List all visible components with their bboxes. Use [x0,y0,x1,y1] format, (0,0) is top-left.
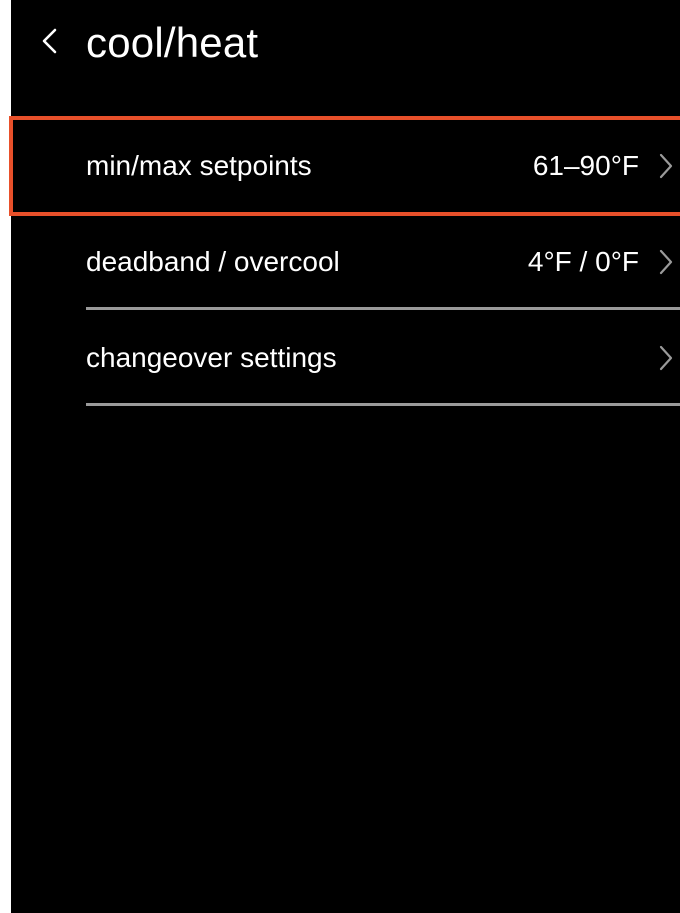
page-title: cool/heat [86,19,259,66]
back-button[interactable] [37,24,63,58]
thermostat-screen: cool/heat min/max setpoints 61–90°F dead… [9,0,680,913]
chevron-left-icon [42,28,57,54]
chevron-right-icon [658,151,674,181]
divider [86,403,680,406]
menu-item-deadband-overcool[interactable]: deadband / overcool 4°F / 0°F [11,214,680,310]
menu-item-label: min/max setpoints [86,150,312,181]
menu-item-value: 4°F / 0°F [527,246,639,277]
menu-item-changeover-settings[interactable]: changeover settings [11,310,680,406]
menu-item-label: changeover settings [86,342,337,373]
menu-item-min-max-setpoints[interactable]: min/max setpoints 61–90°F [9,116,680,216]
menu-item-label: deadband / overcool [86,246,340,277]
settings-menu: min/max setpoints 61–90°F deadband / ove… [9,116,680,406]
chevron-right-icon [658,247,674,277]
menu-item-value: 61–90°F [532,150,639,181]
chevron-right-icon [658,343,674,373]
header: cool/heat [11,0,680,90]
